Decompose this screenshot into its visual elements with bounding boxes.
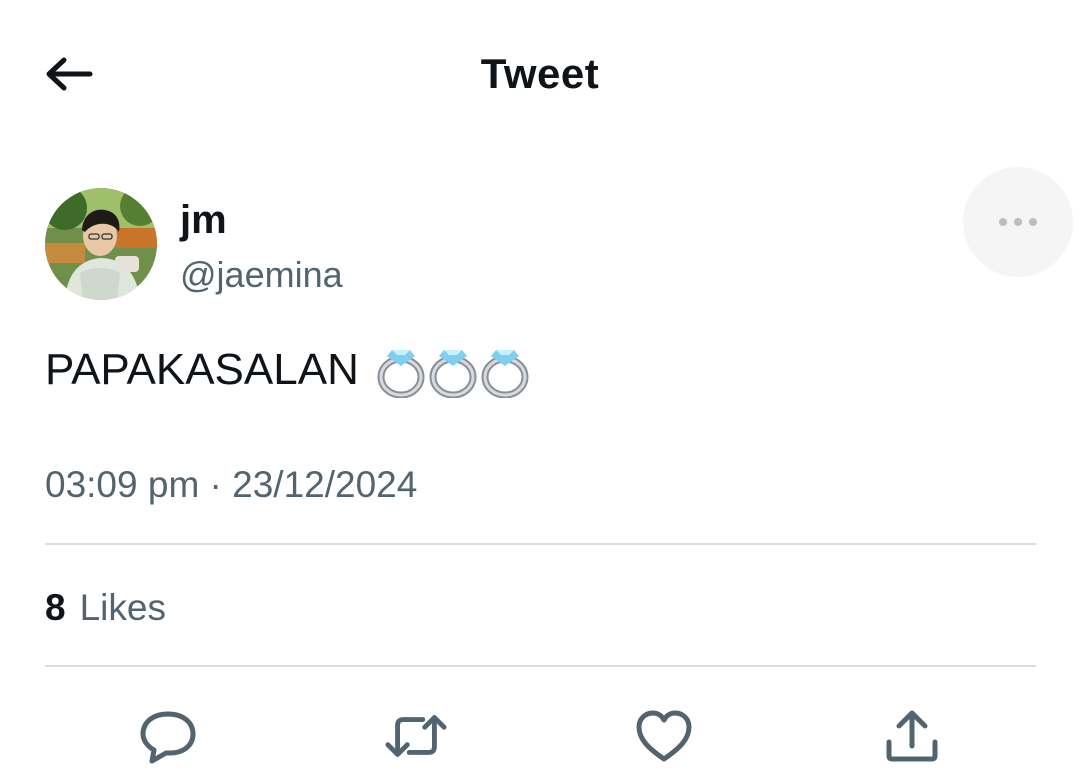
share-button[interactable] bbox=[880, 708, 944, 764]
reply-button[interactable] bbox=[136, 708, 200, 764]
like-button[interactable] bbox=[632, 708, 696, 764]
divider bbox=[45, 665, 1036, 667]
comment-icon bbox=[140, 711, 196, 764]
ring-emojis bbox=[375, 342, 531, 398]
top-bar: Tweet bbox=[0, 0, 1080, 150]
retweet-icon bbox=[385, 715, 447, 757]
divider bbox=[45, 543, 1036, 545]
heart-icon bbox=[636, 710, 692, 762]
avatar[interactable] bbox=[45, 188, 157, 300]
tweet-text: PAPAKASALAN bbox=[45, 342, 531, 398]
action-bar bbox=[0, 700, 1080, 771]
share-icon bbox=[886, 710, 938, 762]
page-title: Tweet bbox=[480, 50, 600, 97]
likes-summary[interactable]: 8 Likes bbox=[45, 585, 166, 631]
ring-icon bbox=[377, 350, 425, 398]
author-handle[interactable]: @jaemina bbox=[180, 254, 343, 296]
retweet-button[interactable] bbox=[384, 708, 448, 764]
likes-label: Likes bbox=[79, 587, 166, 628]
ring-icon bbox=[429, 350, 477, 398]
profile-photo bbox=[45, 188, 157, 300]
tweet-text-content: PAPAKASALAN bbox=[45, 345, 359, 394]
author-display-name[interactable]: jm bbox=[180, 198, 227, 242]
tweet-timestamp[interactable]: 03:09 pm · 23/12/2024 bbox=[45, 462, 417, 508]
more-options-button[interactable] bbox=[963, 167, 1073, 277]
likes-count: 8 bbox=[45, 587, 66, 628]
more-horizontal-icon bbox=[999, 218, 1037, 226]
ring-icon bbox=[481, 350, 529, 398]
